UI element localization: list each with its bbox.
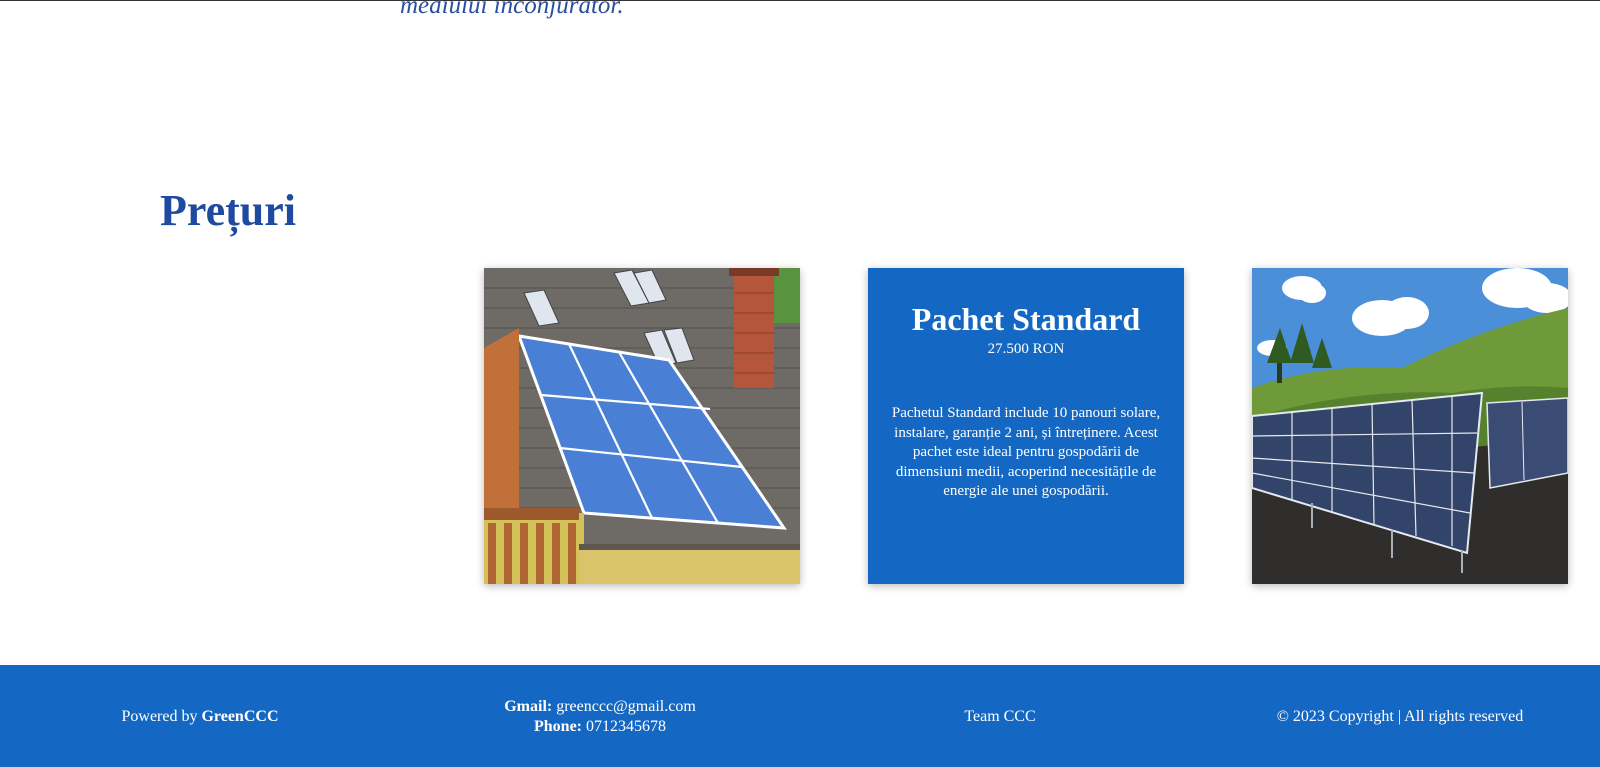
rooftop-solar-image: [484, 268, 800, 584]
site-footer: Powered by GreenCCC Gmail: greenccc@gmai…: [0, 665, 1600, 767]
top-divider: [0, 0, 1600, 1]
package-card-standard[interactable]: Pachet Standard 27.500 RON Pachetul Stan…: [868, 268, 1184, 584]
footer-powered-by: Powered by GreenCCC: [60, 707, 340, 727]
solar-field-image: [1252, 268, 1568, 584]
powered-by-brand: GreenCCC: [201, 708, 279, 725]
package-description: Pachetul Standard include 10 panouri sol…: [891, 405, 1161, 499]
phone-label: Phone:: [534, 718, 582, 735]
phone-number[interactable]: 0712345678: [586, 718, 666, 735]
pricing-section-title: Prețuri: [160, 186, 297, 235]
powered-by-prefix: Powered by: [121, 708, 198, 725]
package-price: 27.500 RON: [987, 341, 1065, 357]
intro-text-tail: mediului înconjurător.: [400, 0, 624, 19]
package-title: Pachet Standard: [911, 301, 1141, 337]
footer-contact: Gmail: greenccc@gmail.com Phone: 0712345…: [450, 697, 750, 737]
footer-copyright: © 2023 Copyright | All rights reserved: [1276, 708, 1524, 725]
gmail-address[interactable]: greenccc@gmail.com: [556, 698, 696, 715]
gmail-label: Gmail:: [504, 698, 553, 715]
footer-team: Team CCC: [964, 708, 1036, 725]
